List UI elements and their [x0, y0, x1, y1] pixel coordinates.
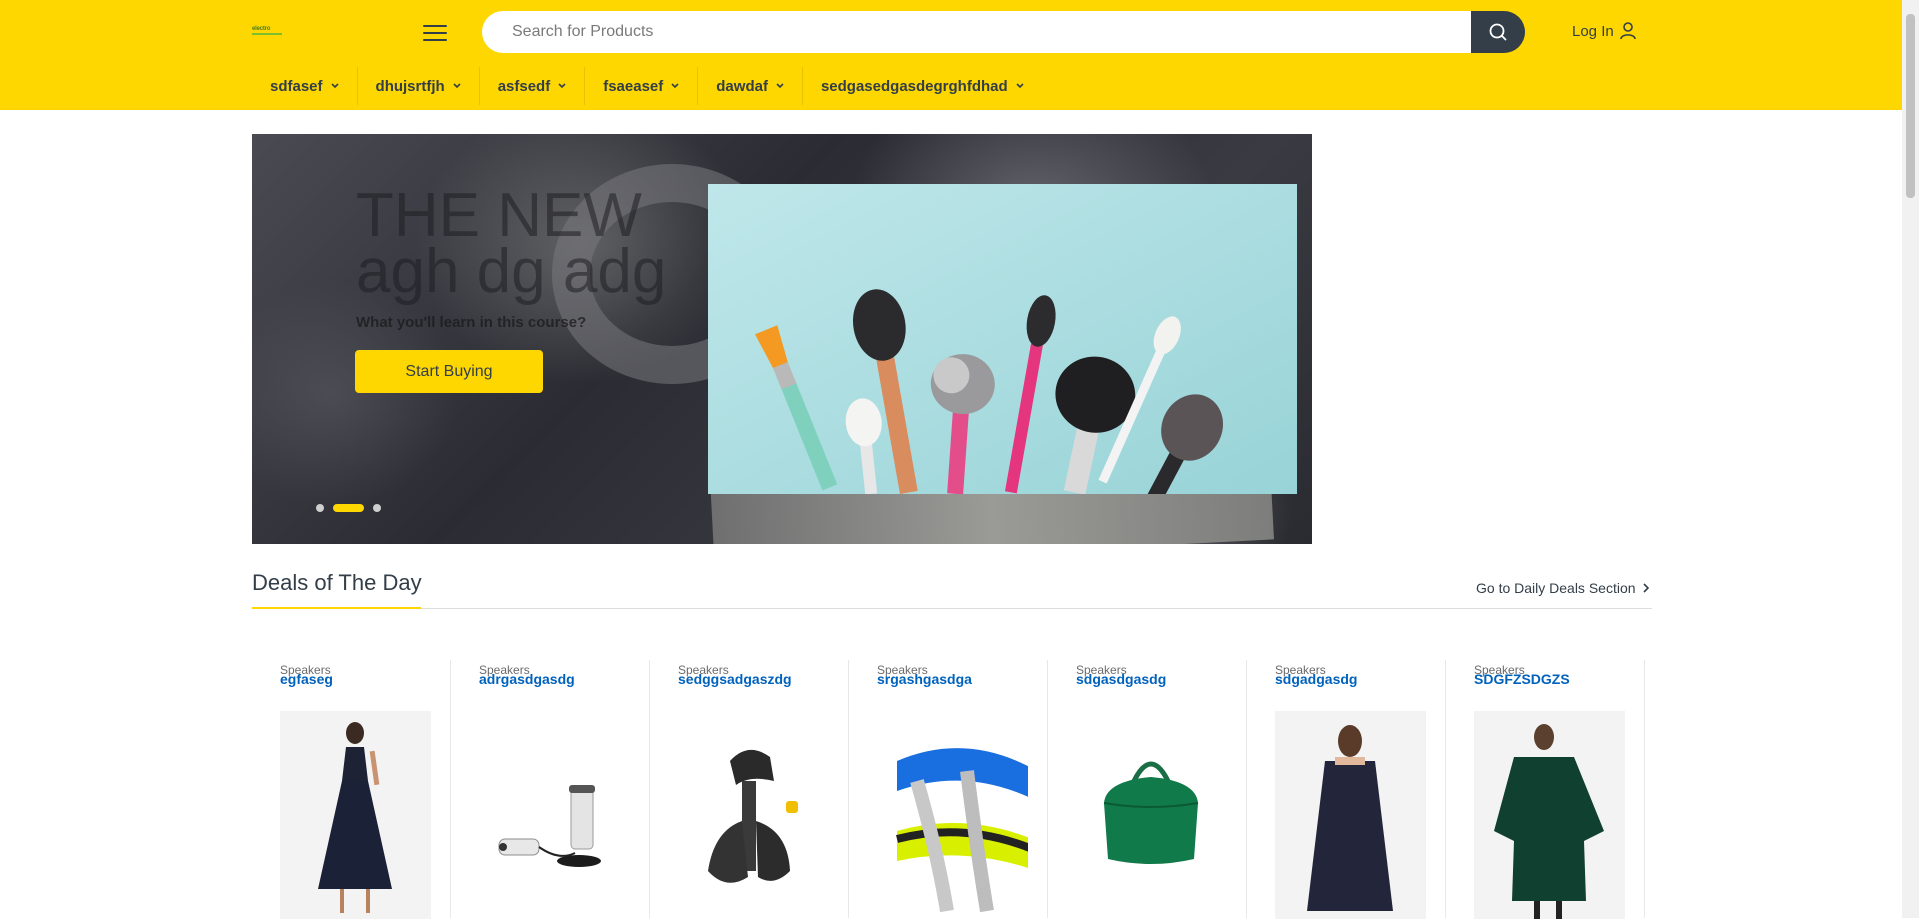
product-name[interactable]: adrgasdgasdg	[479, 671, 575, 687]
product-image[interactable]	[877, 711, 1028, 919]
scrollbar-thumb[interactable]	[1906, 14, 1915, 198]
chevron-down-icon	[1016, 83, 1024, 89]
category-label: asfsedf	[497, 77, 551, 95]
product-name[interactable]: sdgasdgasdg	[1076, 671, 1166, 687]
logo-underline	[252, 33, 282, 35]
slider-dot[interactable]	[316, 504, 324, 512]
chevron-down-icon	[453, 83, 461, 89]
hero-subtitle: What you'll learn in this course?	[356, 314, 587, 331]
section-divider	[252, 608, 1652, 609]
start-buying-button[interactable]: Start Buying	[355, 350, 543, 393]
product-image[interactable]	[479, 711, 630, 919]
chevron-down-icon	[558, 83, 566, 89]
product-name[interactable]: sedggsadgaszdg	[678, 671, 792, 687]
chevron-down-icon	[776, 83, 784, 89]
product-card[interactable]: Speakers sdgasdgasdg	[1048, 660, 1247, 919]
chevron-right-icon	[1642, 583, 1649, 593]
menu-icon[interactable]	[423, 23, 449, 43]
hero-product-image	[708, 184, 1297, 494]
product-image[interactable]	[280, 711, 431, 919]
search-button[interactable]	[1471, 11, 1525, 53]
page-scrollbar[interactable]	[1902, 0, 1919, 918]
daily-deals-link-label: Go to Daily Deals Section	[1476, 580, 1636, 596]
search-input[interactable]	[482, 11, 1472, 53]
user-icon	[1619, 22, 1636, 40]
product-card[interactable]: Speakers sedggsadgaszdg	[650, 660, 849, 919]
slider-pagination	[316, 504, 390, 512]
product-image[interactable]	[1076, 711, 1227, 919]
slider-dot[interactable]	[373, 504, 381, 512]
category-label: sedgasedgasdegrghfdhad	[820, 77, 1008, 95]
login-label: Log In	[1572, 22, 1614, 40]
category-menu-item[interactable]: dawdaf	[698, 67, 803, 105]
slider-dot-active[interactable]	[333, 504, 364, 512]
category-menu-item[interactable]: asfsedf	[480, 67, 586, 105]
product-name[interactable]: sdgadgasdg	[1275, 671, 1357, 687]
search-icon	[1489, 23, 1507, 41]
product-image[interactable]	[1275, 711, 1426, 919]
deals-product-list: Speakers egfaseg Speakers adrgasdgasdg S…	[252, 660, 1652, 919]
product-card[interactable]: Speakers egfaseg	[252, 660, 451, 919]
makeup-brushes-illustration	[708, 184, 1297, 494]
hero-title: THE NEW agh dg adg	[356, 181, 667, 306]
product-name[interactable]: srgashgasdga	[877, 671, 972, 687]
chevron-down-icon	[671, 83, 679, 89]
product-card[interactable]: Speakers adrgasdgasdg	[451, 660, 650, 919]
category-menu-item[interactable]: fsaeasef	[585, 67, 699, 105]
category-nav: sdfasef dhujsrtfjh asfsedf fsaeasef dawd…	[252, 67, 1042, 109]
deals-section-title: Deals of The Day	[252, 570, 422, 595]
site-logo[interactable]: electro	[252, 26, 284, 36]
category-label: dhujsrtfjh	[375, 77, 445, 95]
product-name[interactable]: SDGFZSDGZS	[1474, 671, 1570, 687]
product-card[interactable]: Speakers SDGFZSDGZS	[1446, 660, 1645, 919]
product-image[interactable]	[1474, 711, 1625, 919]
category-menu-item[interactable]: sdfasef	[252, 67, 358, 105]
section-title-underline	[252, 607, 421, 609]
hero-title-line: THE NEW	[356, 181, 642, 250]
category-label: sdfasef	[270, 77, 323, 95]
logo-text: electro	[252, 26, 271, 32]
hero-slider: THE NEW agh dg adg What you'll learn in …	[252, 134, 1312, 544]
search-bar	[482, 11, 1525, 53]
site-header: electro Log In sdfasef dhujsrtfjh	[0, 0, 1902, 110]
product-card[interactable]: Speakers srgashgasdga	[849, 660, 1048, 919]
login-link[interactable]: Log In	[1572, 21, 1636, 41]
category-label: dawdaf	[716, 77, 768, 95]
category-label: fsaeasef	[603, 77, 664, 95]
category-menu-item[interactable]: sedgasedgasdegrghfdhad	[803, 67, 1042, 105]
category-menu-item[interactable]: dhujsrtfjh	[358, 67, 480, 105]
product-name[interactable]: egfaseg	[280, 671, 333, 687]
hero-title-line: agh dg adg	[356, 237, 667, 306]
daily-deals-link[interactable]: Go to Daily Deals Section	[1476, 580, 1649, 596]
product-card[interactable]: Speakers sdgadgasdg	[1247, 660, 1446, 919]
product-image[interactable]	[678, 711, 829, 919]
chevron-down-icon	[330, 83, 339, 89]
